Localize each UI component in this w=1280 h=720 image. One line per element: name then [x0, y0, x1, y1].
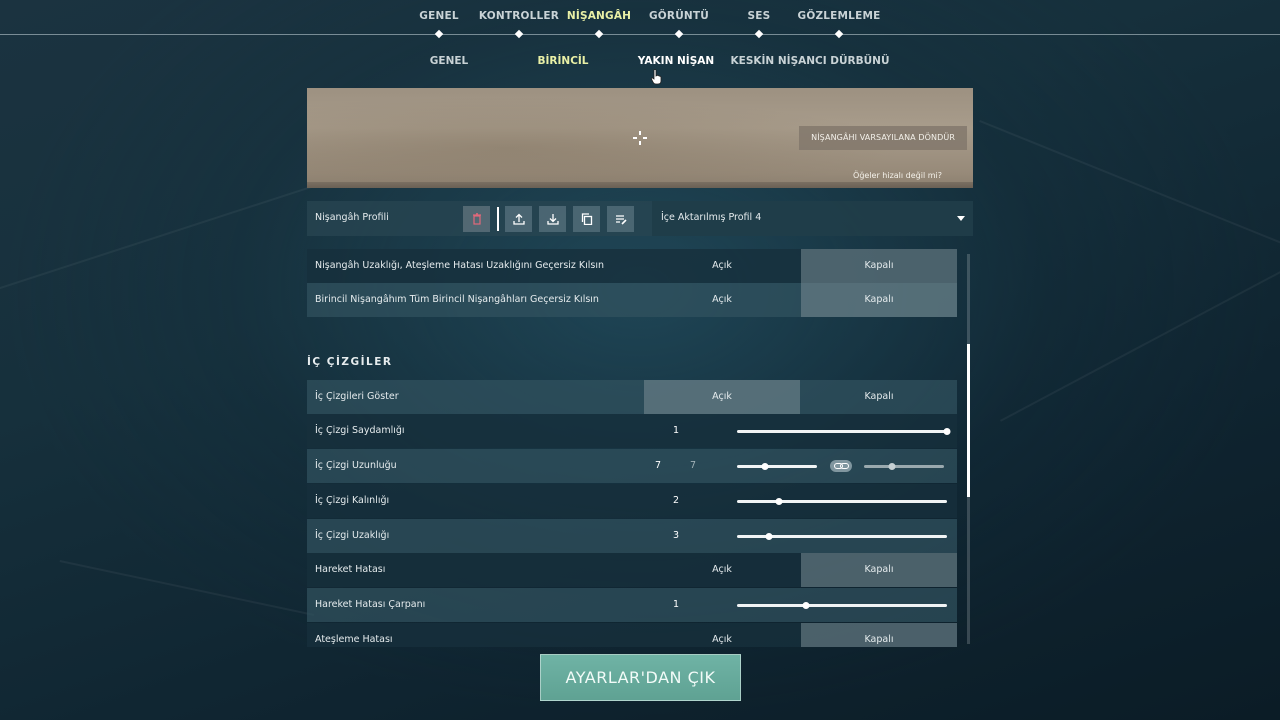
crosshair-profile-bar: Nişangâh Profili İçe Aktarılmış Profil 4: [307, 201, 973, 236]
link-icon[interactable]: [830, 460, 852, 472]
inner-length-value[interactable]: 7: [655, 460, 661, 471]
option-off[interactable]: Kapalı: [801, 623, 957, 647]
background-streak: [1000, 269, 1280, 422]
nav-rule: [0, 34, 1280, 35]
setting-label: İç Çizgileri Göster: [315, 391, 399, 402]
misaligned-help-link[interactable]: Öğeler hizalı değil mi?: [853, 171, 942, 180]
inner-thickness-slider[interactable]: [737, 498, 947, 505]
scrollbar-thumb[interactable]: [967, 344, 970, 497]
toolbar-divider: [497, 207, 499, 231]
option-off[interactable]: Kapalı: [801, 553, 957, 587]
setting-label: İç Çizgi Uzunluğu: [315, 460, 397, 471]
setting-label: Nişangâh Uzaklığı, Ateşleme Hatası Uzakl…: [315, 260, 605, 271]
option-on[interactable]: Açık: [644, 623, 800, 647]
slider-knob[interactable]: [888, 463, 896, 470]
slider-knob[interactable]: [765, 533, 772, 540]
option-off[interactable]: Kapalı: [801, 249, 957, 283]
profile-label: Nişangâh Profili: [315, 212, 389, 223]
option-on[interactable]: Açık: [644, 249, 800, 283]
option-off[interactable]: Kapalı: [801, 283, 957, 317]
tab-crosshair[interactable]: NİŞANGÂH: [567, 10, 631, 22]
inner-offset-slider[interactable]: [737, 533, 947, 540]
setting-label: İç Çizgi Kalınlığı: [315, 495, 390, 506]
setting-row-override-distance: Nişangâh Uzaklığı, Ateşleme Hatası Uzakl…: [307, 249, 957, 283]
background-streak: [59, 560, 315, 617]
inner-opacity-slider[interactable]: [737, 428, 951, 435]
movement-multiplier-value[interactable]: 1: [673, 599, 679, 610]
option-on[interactable]: Açık: [644, 283, 800, 317]
setting-label: Ateşleme Hatası: [315, 634, 393, 645]
download-icon: [546, 214, 559, 225]
profile-dropdown[interactable]: İçe Aktarılmış Profil 4: [652, 201, 973, 236]
exit-settings-button[interactable]: AYARLAR'DAN ÇIK: [540, 654, 741, 701]
subtab-primary[interactable]: BİRİNCİL: [538, 55, 589, 67]
rename-icon: [615, 215, 627, 225]
slider-knob[interactable]: [943, 428, 951, 435]
tab-spectating[interactable]: GÖZLEMLEME: [798, 10, 881, 22]
reset-crosshair-button[interactable]: NİŞANGÂHI VARSAYILANA DÖNDÜR: [799, 126, 967, 150]
settings-top-nav: GENEL KONTROLLER NİŞANGÂH GÖRÜNTÜ SES GÖ…: [0, 0, 1280, 39]
chevron-down-icon: [957, 216, 965, 221]
movement-multiplier-slider[interactable]: [737, 602, 947, 609]
setting-row-inner-opacity: İç Çizgi Saydamlığı 1: [307, 414, 957, 448]
profile-dropdown-value: İçe Aktarılmış Profil 4: [661, 212, 762, 223]
upload-icon: [512, 213, 525, 225]
inner-thickness-value[interactable]: 2: [673, 495, 679, 506]
copy-profile-button[interactable]: [573, 206, 600, 232]
tab-audio[interactable]: SES: [748, 10, 771, 22]
export-profile-button[interactable]: [505, 206, 532, 232]
setting-row-inner-length: İç Çizgi Uzunluğu 7 7: [307, 449, 957, 483]
crosshair-preview: NİŞANGÂHI VARSAYILANA DÖNDÜR Öğeler hiza…: [307, 88, 973, 188]
tab-marker: [754, 29, 764, 39]
subtab-ads[interactable]: YAKIN NİŞAN: [638, 55, 714, 67]
subtab-general[interactable]: GENEL: [430, 55, 468, 67]
option-on[interactable]: Açık: [644, 380, 800, 414]
setting-label: Hareket Hatası: [315, 564, 386, 575]
inner-offset-value[interactable]: 3: [673, 530, 679, 541]
setting-row-movement-error: Hareket Hatası Açık Kapalı: [307, 553, 957, 587]
slider-knob[interactable]: [775, 498, 783, 505]
inner-opacity-value[interactable]: 1: [673, 425, 679, 436]
tab-video[interactable]: GÖRÜNTÜ: [649, 10, 709, 22]
section-title-inner-lines: İÇ ÇİZGİLER: [307, 356, 393, 368]
slider-knob[interactable]: [761, 463, 769, 470]
setting-row-movement-multiplier: Hareket Hatası Çarpanı 1: [307, 588, 957, 622]
tab-controls[interactable]: KONTROLLER: [479, 10, 559, 22]
tab-marker: [834, 29, 844, 39]
setting-label: İç Çizgi Saydamlığı: [315, 425, 405, 436]
option-off[interactable]: Kapalı: [801, 380, 957, 414]
background-streak: [979, 120, 1280, 257]
option-on[interactable]: Açık: [644, 553, 800, 587]
tab-marker: [594, 29, 604, 39]
import-profile-button[interactable]: [539, 206, 566, 232]
setting-label: İç Çizgi Uzaklığı: [315, 530, 390, 541]
setting-row-inner-thickness: İç Çizgi Kalınlığı 2: [307, 484, 957, 518]
copy-icon: [581, 213, 592, 225]
rename-profile-button[interactable]: [607, 206, 634, 232]
setting-row-show-inner-lines: İç Çizgileri Göster Açık Kapalı: [307, 380, 957, 414]
tab-marker: [674, 29, 684, 39]
delete-profile-button[interactable]: [463, 206, 490, 232]
slider-knob[interactable]: [802, 602, 810, 609]
setting-label: Hareket Hatası Çarpanı: [315, 599, 426, 610]
tab-marker: [434, 29, 444, 39]
tab-general[interactable]: GENEL: [419, 10, 458, 22]
setting-row-inner-offset: İç Çizgi Uzaklığı 3: [307, 519, 957, 553]
setting-row-override-all: Birincil Nişangâhım Tüm Birincil Nişangâ…: [307, 283, 957, 317]
subtab-sniper-scope[interactable]: KESKİN NİŞANCI DÜRBÜNÜ: [731, 55, 890, 67]
setting-label: Birincil Nişangâhım Tüm Birincil Nişangâ…: [315, 294, 599, 305]
delete-icon: [472, 213, 481, 225]
setting-row-firing-error: Ateşleme Hatası Açık Kapalı: [307, 623, 957, 647]
inner-length-value-secondary[interactable]: 7: [690, 460, 696, 471]
hand-cursor-icon: [651, 69, 662, 85]
inner-length-secondary-slider[interactable]: [864, 463, 944, 470]
inner-length-slider[interactable]: [737, 463, 817, 470]
settings-list: Nişangâh Uzaklığı, Ateşleme Hatası Uzakl…: [307, 249, 957, 647]
tab-marker: [514, 29, 524, 39]
